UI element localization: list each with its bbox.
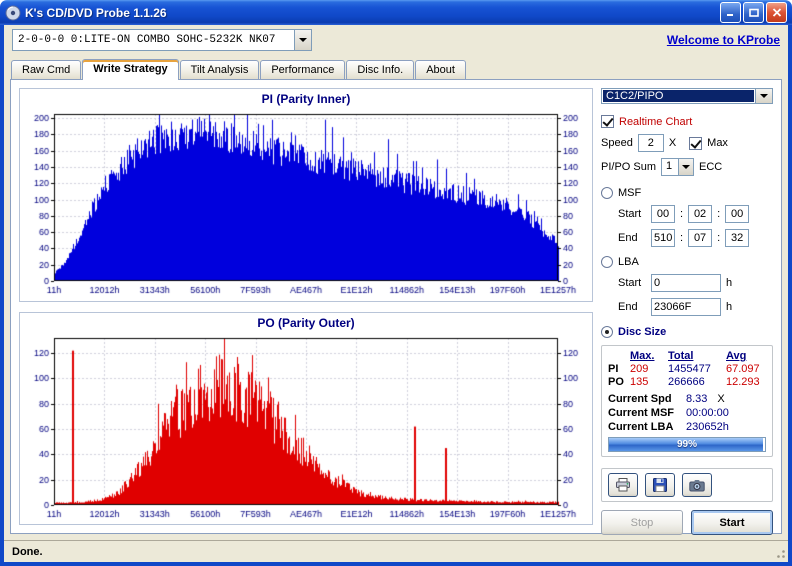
maximize-button[interactable] xyxy=(743,2,764,23)
stats-row-pi: PI 209 1455477 67.097 xyxy=(608,363,766,375)
tab-write-strategy[interactable]: Write Strategy xyxy=(82,59,178,80)
speed-unit-label: X xyxy=(669,137,676,149)
lba-start-input[interactable] xyxy=(651,274,721,292)
write-strategy-page: PI (Parity Inner) PO (Parity Outer) C1C2… xyxy=(10,79,782,534)
disc-size-label: Disc Size xyxy=(618,326,666,338)
speed-input[interactable] xyxy=(638,134,664,152)
pi-chart: PI (Parity Inner) xyxy=(19,88,593,302)
action-buttons: Stop Start xyxy=(601,510,773,535)
stats-box: Max. Total Avg PI 209 1455477 67.097 PO xyxy=(601,345,773,457)
pipo-sum-label: PI/PO Sum xyxy=(601,161,656,173)
stats-header-total: Total xyxy=(668,350,726,362)
msf-radio[interactable] xyxy=(601,187,613,199)
app-window: K's CD/DVD Probe 1.1.26 2-0-0-0 0:LITE-O… xyxy=(0,0,792,566)
control-panel: C1C2/PIPO Realtime Chart Speed X Max xyxy=(601,88,773,525)
mode-select-combo[interactable]: C1C2/PIPO xyxy=(601,88,773,104)
tab-strip: Raw Cmd Write Strategy Tilt Analysis Per… xyxy=(4,55,788,79)
start-button[interactable]: Start xyxy=(691,510,773,535)
current-msf-row: Current MSF 00:00:00 xyxy=(608,407,766,419)
welcome-link[interactable]: Welcome to KProbe xyxy=(667,33,780,47)
disc-size-radio[interactable] xyxy=(601,326,613,338)
title-bar: K's CD/DVD Probe 1.1.26 xyxy=(0,0,792,25)
lba-end-label: End xyxy=(618,301,646,313)
current-speed-value: 8.33 xyxy=(686,393,707,405)
msf-end-sec-input[interactable] xyxy=(688,229,712,247)
pi-chart-title: PI (Parity Inner) xyxy=(262,91,351,108)
tab-performance[interactable]: Performance xyxy=(260,60,345,79)
ecc-label: ECC xyxy=(699,161,722,173)
progress-percent: 99% xyxy=(609,438,765,451)
save-icon xyxy=(653,478,667,492)
tab-page-container: PI (Parity Inner) PO (Parity Outer) C1C2… xyxy=(4,79,788,540)
msf-end-frame-input[interactable] xyxy=(725,229,749,247)
stop-button[interactable]: Stop xyxy=(601,510,683,535)
pipo-sum-combo[interactable]: 1 xyxy=(661,158,694,176)
realtime-chart-checkbox[interactable] xyxy=(601,115,614,128)
tab-raw-cmd[interactable]: Raw Cmd xyxy=(11,60,81,79)
stats-header: Max. Total Avg xyxy=(608,350,766,362)
current-lba-value: 230652h xyxy=(686,421,766,433)
stats-header-max: Max. xyxy=(630,350,668,362)
save-button[interactable] xyxy=(645,473,675,497)
drive-select-value: 2-0-0-0 0:LITE-ON COMBO SOHC-5232K NK07 xyxy=(13,30,294,50)
max-speed-label: Max xyxy=(707,137,728,149)
tab-about[interactable]: About xyxy=(415,60,466,79)
lba-start-label: Start xyxy=(618,277,646,289)
lba-radio[interactable] xyxy=(601,256,613,268)
po-chart: PO (Parity Outer) xyxy=(19,312,593,526)
window-title: K's CD/DVD Probe 1.1.26 xyxy=(25,6,716,20)
camera-icon xyxy=(689,479,705,492)
tab-tilt-analysis[interactable]: Tilt Analysis xyxy=(180,60,260,79)
msf-start-min-input[interactable] xyxy=(651,205,675,223)
msf-start-frame-input[interactable] xyxy=(725,205,749,223)
charts-column: PI (Parity Inner) PO (Parity Outer) xyxy=(19,88,593,525)
po-chart-title: PO (Parity Outer) xyxy=(257,315,354,332)
speed-label: Speed xyxy=(601,137,633,149)
close-button[interactable] xyxy=(766,2,787,23)
msf-start-label: Start xyxy=(618,208,646,220)
chevron-down-icon[interactable] xyxy=(678,159,693,175)
drive-select-combo[interactable]: 2-0-0-0 0:LITE-ON COMBO SOHC-5232K NK07 xyxy=(12,29,312,51)
pi-chart-canvas xyxy=(26,108,586,296)
current-lba-row: Current LBA 230652h xyxy=(608,421,766,433)
msf-separator: : xyxy=(680,208,683,220)
chevron-down-icon[interactable] xyxy=(755,89,772,103)
print-button[interactable] xyxy=(608,473,638,497)
lba-label: LBA xyxy=(618,256,639,268)
lba-end-input[interactable] xyxy=(651,298,721,316)
msf-separator: : xyxy=(717,232,720,244)
stats-row-po: PO 135 266666 12.293 xyxy=(608,376,766,388)
msf-separator: : xyxy=(717,208,720,220)
printer-icon xyxy=(615,478,631,492)
msf-start-sec-input[interactable] xyxy=(688,205,712,223)
max-speed-checkbox[interactable] xyxy=(689,137,702,150)
msf-end-label: End xyxy=(618,232,646,244)
scan-progress-bar: 99% xyxy=(608,437,766,452)
resize-grip-icon[interactable] xyxy=(773,546,786,562)
toolbar: 2-0-0-0 0:LITE-ON COMBO SOHC-5232K NK07 … xyxy=(4,25,788,55)
tab-disc-info[interactable]: Disc Info. xyxy=(346,60,414,79)
status-bar: Done. xyxy=(4,540,788,562)
snapshot-button[interactable] xyxy=(682,473,712,497)
msf-separator: : xyxy=(680,232,683,244)
app-icon xyxy=(5,5,21,21)
current-msf-value: 00:00:00 xyxy=(686,407,766,419)
tool-button-bar xyxy=(601,468,773,502)
msf-end-min-input[interactable] xyxy=(651,229,675,247)
realtime-chart-label: Realtime Chart xyxy=(619,116,692,128)
current-speed-unit: X xyxy=(717,393,724,405)
status-message: Done. xyxy=(12,546,773,558)
chevron-down-icon[interactable] xyxy=(294,30,311,50)
pipo-sum-value: 1 xyxy=(662,159,678,175)
msf-label: MSF xyxy=(618,187,641,199)
mode-select-value: C1C2/PIPO xyxy=(603,90,754,102)
stats-header-avg: Avg xyxy=(726,350,766,362)
lba-start-unit: h xyxy=(726,277,732,289)
current-speed-row: Current Spd 8.33X xyxy=(608,393,766,405)
window-body: 2-0-0-0 0:LITE-ON COMBO SOHC-5232K NK07 … xyxy=(0,25,792,566)
minimize-button[interactable] xyxy=(720,2,741,23)
po-chart-canvas xyxy=(26,332,586,520)
lba-end-unit: h xyxy=(726,301,732,313)
